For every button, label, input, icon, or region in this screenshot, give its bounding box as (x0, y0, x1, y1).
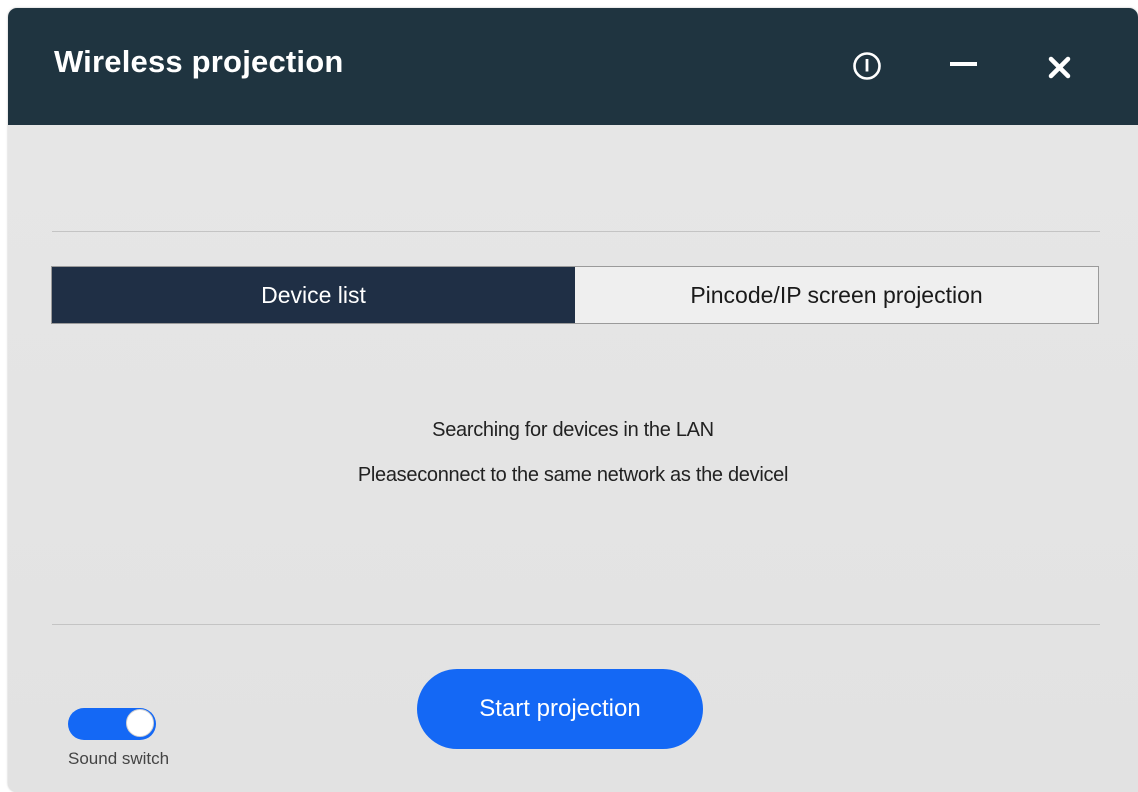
network-hint-text: Pleaseconnect to the same network as the… (357, 464, 789, 486)
window-title: Wireless projection (54, 44, 344, 79)
divider (52, 231, 1100, 232)
close-button[interactable] (1041, 46, 1081, 86)
toggle-knob (126, 709, 154, 737)
sound-switch-toggle[interactable] (68, 708, 156, 740)
minimize-button[interactable] (943, 46, 983, 86)
info-button[interactable] (847, 46, 887, 86)
info-circle-icon (853, 52, 881, 80)
start-projection-button[interactable]: Start projection (417, 669, 703, 749)
title-bar[interactable]: Wireless projection (8, 8, 1138, 125)
minimize-icon (950, 62, 977, 66)
sound-switch-label: Sound switch (68, 749, 170, 768)
divider (52, 624, 1100, 625)
close-icon (1048, 56, 1071, 79)
content-area: Device list Pincode/IP screen projection… (8, 125, 1138, 792)
tab-bar: Device list Pincode/IP screen projection (51, 266, 1099, 324)
wireless-projection-window: Wireless projection Device list Pincode/… (8, 8, 1138, 792)
tab-device-list[interactable]: Device list (52, 267, 575, 323)
tab-pincode-ip-projection[interactable]: Pincode/IP screen projection (575, 267, 1098, 323)
searching-status-text: Searching for devices in the LAN (432, 419, 714, 441)
